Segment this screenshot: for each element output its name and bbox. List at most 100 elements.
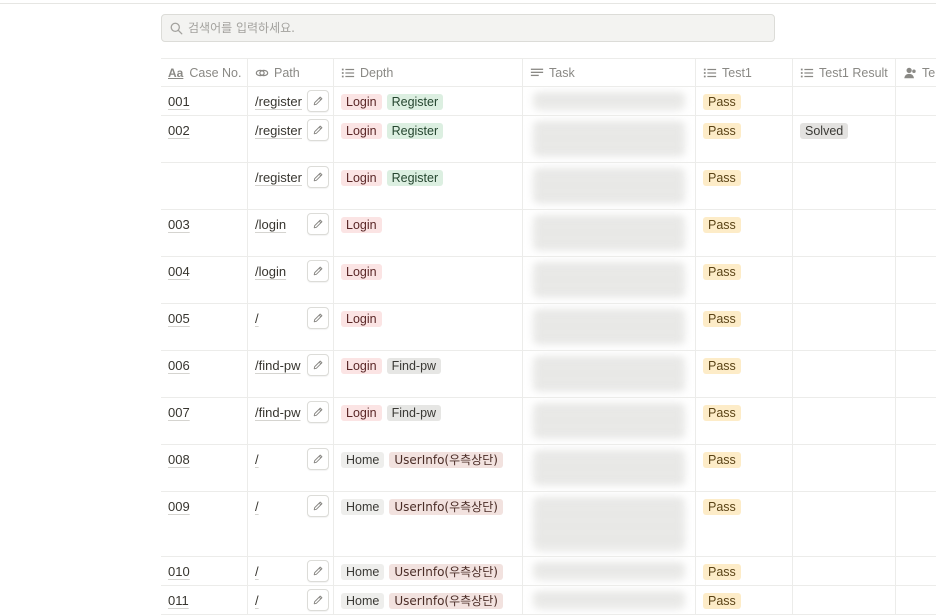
task-cell[interactable]: [523, 87, 696, 115]
tester-cell[interactable]: [896, 445, 936, 491]
column-header-depth[interactable]: Depth: [334, 59, 523, 86]
test1-result-cell[interactable]: [793, 351, 896, 397]
task-cell[interactable]: [523, 586, 696, 614]
tester-cell[interactable]: [896, 163, 936, 209]
edit-url-button[interactable]: [307, 260, 329, 282]
tester-cell[interactable]: [896, 87, 936, 115]
depth-cell[interactable]: Home UserInfo(우측상단): [334, 557, 523, 585]
case-no-cell[interactable]: 004: [161, 257, 248, 303]
path-cell[interactable]: /login: [248, 210, 334, 256]
test1-cell[interactable]: Pass: [696, 304, 793, 350]
test1-result-cell[interactable]: [793, 210, 896, 256]
edit-url-button[interactable]: [307, 401, 329, 423]
edit-url-button[interactable]: [307, 589, 329, 611]
path-cell[interactable]: /register: [248, 116, 334, 162]
table-row[interactable]: 006/find-pw Login Find-pw Pass: [161, 351, 936, 398]
test1-result-cell[interactable]: [793, 304, 896, 350]
table-row[interactable]: 005 / Login Pass: [161, 304, 936, 351]
test1-cell[interactable]: Pass: [696, 163, 793, 209]
table-row[interactable]: 007/find-pw Login Find-pw Pass: [161, 398, 936, 445]
test1-cell[interactable]: Pass: [696, 351, 793, 397]
task-cell[interactable]: [523, 445, 696, 491]
task-cell[interactable]: [523, 163, 696, 209]
test1-result-cell[interactable]: [793, 557, 896, 585]
test1-cell[interactable]: Pass: [696, 492, 793, 556]
table-row[interactable]: 004/login Login Pass: [161, 257, 936, 304]
test1-result-cell[interactable]: [793, 445, 896, 491]
tester-cell[interactable]: [896, 586, 936, 614]
case-no-cell[interactable]: 005: [161, 304, 248, 350]
edit-url-button[interactable]: [307, 166, 329, 188]
test1-cell[interactable]: Pass: [696, 557, 793, 585]
path-link[interactable]: /login: [255, 264, 286, 279]
path-cell[interactable]: /find-pw: [248, 351, 334, 397]
case-no-cell[interactable]: 007: [161, 398, 248, 444]
edit-url-button[interactable]: [307, 560, 329, 582]
depth-cell[interactable]: Home UserInfo(우측상단): [334, 445, 523, 491]
path-link[interactable]: /register: [255, 170, 302, 185]
search-box[interactable]: [161, 14, 775, 42]
path-link[interactable]: /: [255, 593, 259, 608]
path-link[interactable]: /find-pw: [255, 358, 301, 373]
path-cell[interactable]: /find-pw: [248, 398, 334, 444]
path-cell[interactable]: /: [248, 586, 334, 614]
test1-result-cell[interactable]: [793, 163, 896, 209]
case-no-cell[interactable]: [161, 163, 248, 209]
test1-result-cell[interactable]: Solved: [793, 116, 896, 162]
depth-cell[interactable]: Home UserInfo(우측상단): [334, 492, 523, 556]
test1-cell[interactable]: Pass: [696, 257, 793, 303]
task-cell[interactable]: [523, 304, 696, 350]
column-header-path[interactable]: Path: [248, 59, 334, 86]
edit-url-button[interactable]: [307, 90, 329, 112]
task-cell[interactable]: [523, 557, 696, 585]
task-cell[interactable]: [523, 116, 696, 162]
table-row[interactable]: 009 / Home UserInfo(우측상단) Pass: [161, 492, 936, 557]
tester-cell[interactable]: [896, 351, 936, 397]
task-cell[interactable]: [523, 351, 696, 397]
table-row[interactable]: 003/login Login Pass: [161, 210, 936, 257]
column-header-test1[interactable]: Test1: [696, 59, 793, 86]
table-row[interactable]: /register Login Register Pass: [161, 163, 936, 210]
path-link[interactable]: /register: [255, 94, 302, 109]
edit-url-button[interactable]: [307, 448, 329, 470]
test1-cell[interactable]: Pass: [696, 445, 793, 491]
test1-cell[interactable]: Pass: [696, 586, 793, 614]
test1-cell[interactable]: Pass: [696, 210, 793, 256]
case-no-cell[interactable]: 009: [161, 492, 248, 556]
test1-cell[interactable]: Pass: [696, 87, 793, 115]
depth-cell[interactable]: Login: [334, 257, 523, 303]
tester-cell[interactable]: [896, 257, 936, 303]
depth-cell[interactable]: Login Register: [334, 116, 523, 162]
test1-result-cell[interactable]: [793, 398, 896, 444]
task-cell[interactable]: [523, 257, 696, 303]
case-no-cell[interactable]: 006: [161, 351, 248, 397]
depth-cell[interactable]: Login Find-pw: [334, 351, 523, 397]
edit-url-button[interactable]: [307, 307, 329, 329]
table-row[interactable]: 008 / Home UserInfo(우측상단) Pass: [161, 445, 936, 492]
tester-cell[interactable]: [896, 492, 936, 556]
search-input[interactable]: [188, 21, 748, 35]
path-link[interactable]: /: [255, 311, 259, 326]
depth-cell[interactable]: Home UserInfo(우측상단): [334, 586, 523, 614]
depth-cell[interactable]: Login Register: [334, 87, 523, 115]
path-cell[interactable]: /: [248, 557, 334, 585]
table-row[interactable]: 010 / Home UserInfo(우측상단) Pass: [161, 557, 936, 586]
tester-cell[interactable]: [896, 304, 936, 350]
test1-result-cell[interactable]: [793, 492, 896, 556]
depth-cell[interactable]: Login Register: [334, 163, 523, 209]
tester-cell[interactable]: [896, 210, 936, 256]
table-row[interactable]: 001/register Login Register Pass: [161, 87, 936, 116]
depth-cell[interactable]: Login Find-pw: [334, 398, 523, 444]
tester-cell[interactable]: [896, 398, 936, 444]
test1-result-cell[interactable]: [793, 257, 896, 303]
depth-cell[interactable]: Login: [334, 304, 523, 350]
case-no-cell[interactable]: 002: [161, 116, 248, 162]
edit-url-button[interactable]: [307, 213, 329, 235]
path-link[interactable]: /login: [255, 217, 286, 232]
path-link[interactable]: /: [255, 452, 259, 467]
depth-cell[interactable]: Login: [334, 210, 523, 256]
column-header-test1-result[interactable]: Test1 Result: [793, 59, 896, 86]
table-row[interactable]: 011 / Home UserInfo(우측상단) Pass: [161, 586, 936, 615]
column-header-tester[interactable]: Te: [896, 59, 936, 86]
path-cell[interactable]: /: [248, 304, 334, 350]
